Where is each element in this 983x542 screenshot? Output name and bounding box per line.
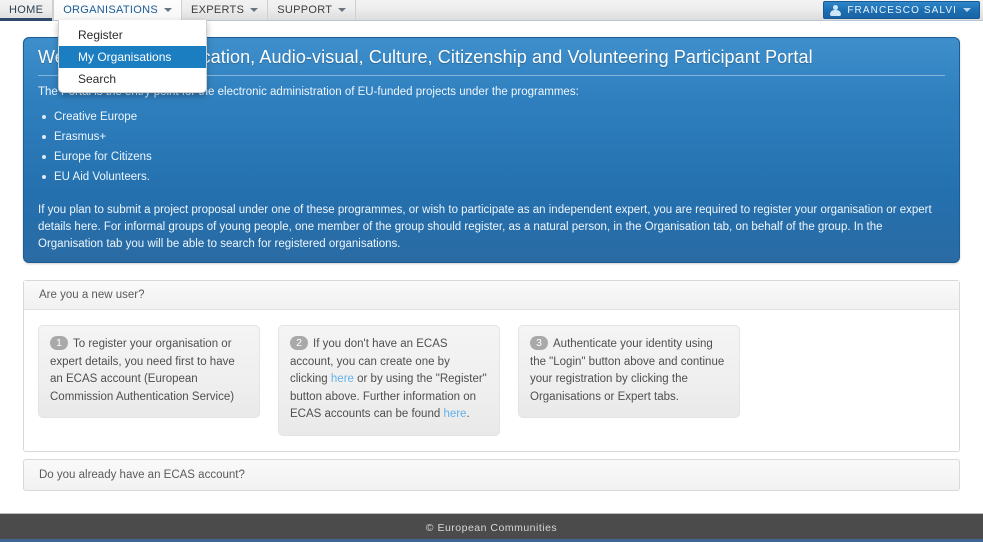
list-item: EU Aid Volunteers.	[42, 167, 959, 187]
nav-item-experts[interactable]: EXPERTS	[182, 0, 269, 20]
chevron-down-icon	[250, 8, 259, 12]
step-text-3: Authenticate your identity using the "Lo…	[530, 338, 725, 403]
chevron-down-icon	[163, 8, 172, 12]
nav-item-support[interactable]: SUPPORT	[268, 0, 357, 20]
dropdown-item-search[interactable]: Search	[59, 68, 206, 90]
existing-ecas-label: Do you already have an ECAS account?	[39, 469, 245, 481]
step-badge-2: 2	[290, 336, 308, 350]
dropdown-item-my-organisations[interactable]: My Organisations	[59, 46, 206, 68]
new-user-card: Are you a new user? 1 To register your or…	[23, 280, 960, 452]
nav-item-home-label: HOME	[9, 4, 44, 16]
programmes-list: Creative Europe Erasmus+ Europe for Citi…	[24, 98, 959, 187]
ecas-info-link[interactable]: here	[443, 408, 466, 420]
step-card-3: 3 Authenticate your identity using the "L…	[518, 325, 740, 418]
step-text-1: To register your organisation or expert …	[50, 338, 235, 403]
list-item: Creative Europe	[42, 107, 959, 127]
step-text-2c: .	[466, 408, 470, 420]
nav-item-support-label: SUPPORT	[277, 4, 333, 16]
top-navigation-bar: HOME ORGANISATIONS EXPERTS SUPPORT FRANC…	[0, 0, 983, 21]
existing-ecas-bar[interactable]: Do you already have an ECAS account?	[23, 459, 960, 491]
participant-portal-page: HOME ORGANISATIONS EXPERTS SUPPORT FRANC…	[0, 0, 983, 542]
ecas-create-link[interactable]: here	[331, 373, 354, 385]
nav-item-experts-label: EXPERTS	[190, 4, 245, 16]
step-card-2: 2 If you don't have an ECAS account, you …	[278, 325, 500, 436]
page-footer: © European Communities	[0, 513, 983, 542]
organisations-dropdown-menu[interactable]: Register My Organisations Search	[58, 20, 207, 93]
dropdown-item-register[interactable]: Register	[59, 24, 206, 46]
list-item: Erasmus+	[42, 127, 959, 147]
dropdown-item-search-label: Search	[78, 72, 117, 86]
nav-item-organisations-label: ORGANISATIONS	[63, 4, 158, 16]
step-badge-3: 3	[530, 336, 548, 350]
hero-body-text: If you plan to submit a project proposal…	[38, 204, 932, 250]
user-name-label: FRANCESCO SALVI	[847, 4, 957, 16]
step-badge-1: 1	[50, 336, 68, 350]
steps-container: 1 To register your organisation or expert…	[24, 310, 959, 436]
nav-item-organisations[interactable]: ORGANISATIONS	[53, 0, 182, 20]
new-user-card-title: Are you a new user?	[39, 289, 145, 301]
dropdown-item-my-organisations-label: My Organisations	[78, 50, 172, 64]
user-menu-button[interactable]: FRANCESCO SALVI	[823, 1, 980, 19]
copyright-label: © European Communities	[425, 522, 558, 534]
list-item: Europe for Citizens	[42, 147, 959, 167]
step-card-1: 1 To register your organisation or expert…	[38, 325, 260, 418]
user-icon	[830, 4, 842, 16]
new-user-card-header: Are you a new user?	[24, 281, 959, 310]
dropdown-item-register-label: Register	[78, 28, 123, 42]
nav-item-home[interactable]: HOME	[0, 0, 54, 21]
chevron-down-icon	[963, 8, 971, 12]
chevron-down-icon	[338, 8, 347, 12]
